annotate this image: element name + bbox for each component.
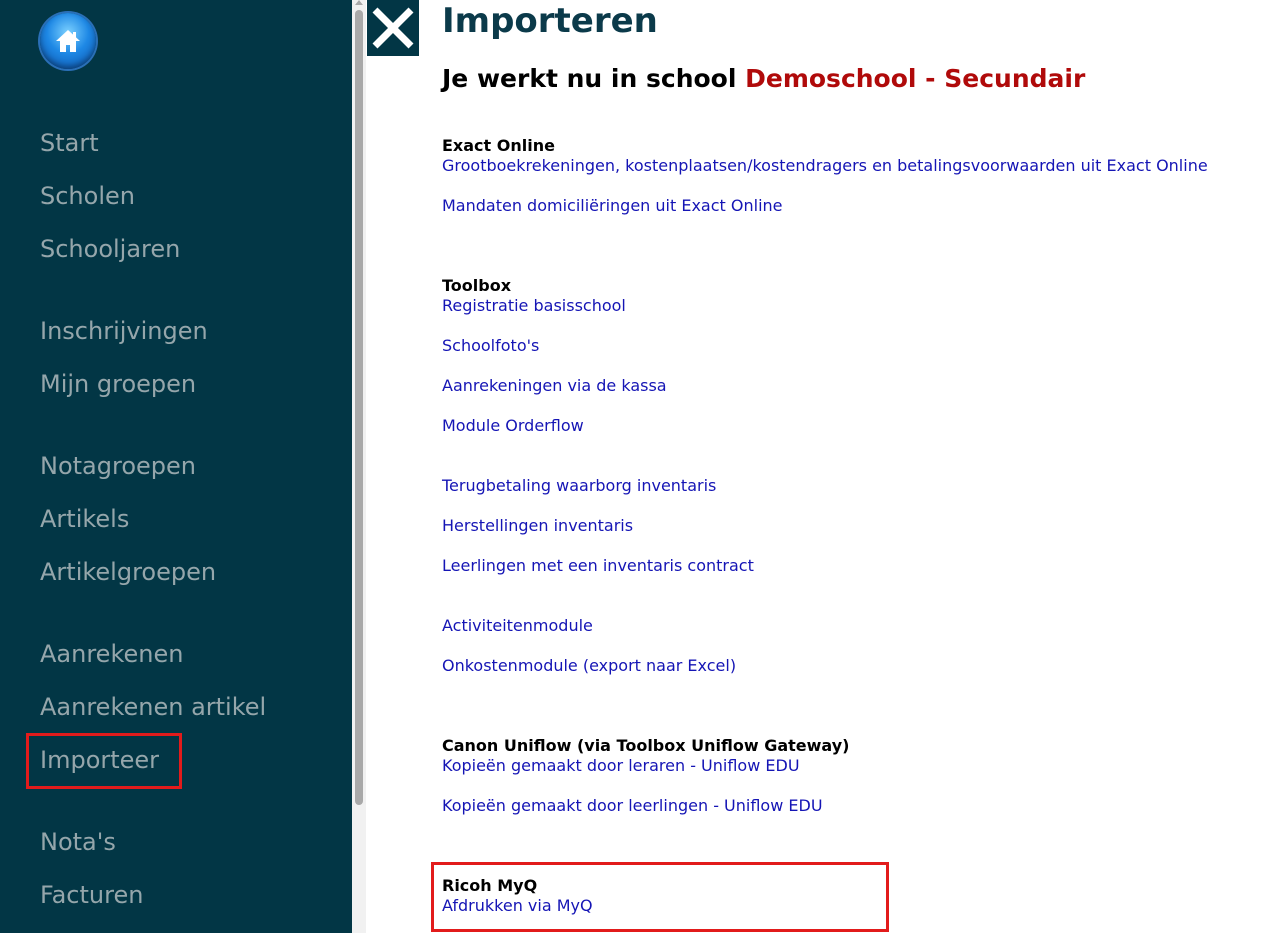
- section-heading-ricoh-myq: Ricoh MyQ: [442, 876, 538, 895]
- sidebar: Start Scholen Schooljaren Inschrijvingen…: [0, 0, 352, 933]
- home-icon: [56, 30, 80, 52]
- import-link-inventaris-contract[interactable]: Leerlingen met een inventaris contract: [442, 556, 754, 576]
- school-prefix: Je werkt nu in school: [442, 64, 746, 93]
- import-link-registratie-basisschool[interactable]: Registratie basisschool: [442, 296, 626, 316]
- section-heading-exact-online: Exact Online: [442, 136, 555, 155]
- sidebar-item-artikels[interactable]: Artikels: [40, 504, 129, 534]
- import-link-terugbetaling-waarborg[interactable]: Terugbetaling waarborg inventaris: [442, 476, 716, 496]
- sidebar-item-aanrekenen-artikel[interactable]: Aanrekenen artikel: [40, 692, 266, 722]
- section-heading-toolbox: Toolbox: [442, 276, 512, 295]
- import-link-mandaten[interactable]: Mandaten domiciliëringen uit Exact Onlin…: [442, 196, 783, 216]
- sidebar-item-mijn-groepen[interactable]: Mijn groepen: [40, 369, 196, 399]
- import-link-grootboekrekeningen[interactable]: Grootboekrekeningen, kostenplaatsen/kost…: [442, 156, 1208, 176]
- import-link-kopieen-leerlingen[interactable]: Kopieën gemaakt door leerlingen - Uniflo…: [442, 796, 823, 816]
- close-button[interactable]: [367, 0, 419, 56]
- section-heading-canon-uniflow: Canon Uniflow (via Toolbox Uniflow Gatew…: [442, 736, 850, 755]
- current-school-line: Je werkt nu in school Demoschool - Secun…: [442, 62, 1085, 96]
- import-link-schoolfotos[interactable]: Schoolfoto's: [442, 336, 539, 356]
- sidebar-item-facturen[interactable]: Facturen: [40, 880, 143, 910]
- page-title: Importeren: [442, 1, 658, 41]
- import-link-herstellingen-inventaris[interactable]: Herstellingen inventaris: [442, 516, 633, 536]
- sidebar-item-importeer[interactable]: Importeer: [40, 745, 159, 775]
- home-button[interactable]: [40, 13, 96, 69]
- sidebar-item-artikelgroepen[interactable]: Artikelgroepen: [40, 557, 216, 587]
- import-link-afdrukken-myq[interactable]: Afdrukken via MyQ: [442, 896, 593, 916]
- scrollbar-thumb[interactable]: [355, 10, 363, 805]
- sidebar-item-schooljaren[interactable]: Schooljaren: [40, 234, 180, 264]
- scroll-up-arrow-icon[interactable]: [355, 0, 363, 5]
- sidebar-item-inschrijvingen[interactable]: Inschrijvingen: [40, 316, 208, 346]
- sidebar-item-start[interactable]: Start: [40, 128, 99, 158]
- sidebar-item-scholen[interactable]: Scholen: [40, 181, 135, 211]
- sidebar-item-notagroepen[interactable]: Notagroepen: [40, 451, 196, 481]
- school-name: Demoschool - Secundair: [745, 64, 1086, 93]
- import-link-aanrekeningen-kassa[interactable]: Aanrekeningen via de kassa: [442, 376, 667, 396]
- close-icon: [372, 7, 414, 49]
- import-link-onkostenmodule[interactable]: Onkostenmodule (export naar Excel): [442, 656, 736, 676]
- sidebar-item-notas[interactable]: Nota's: [40, 827, 116, 857]
- sidebar-item-aanrekenen[interactable]: Aanrekenen: [40, 639, 183, 669]
- sidebar-scrollbar[interactable]: [352, 0, 366, 933]
- import-link-kopieen-leraren[interactable]: Kopieën gemaakt door leraren - Uniflow E…: [442, 756, 800, 776]
- import-link-module-orderflow[interactable]: Module Orderflow: [442, 416, 584, 436]
- import-link-activiteitenmodule[interactable]: Activiteitenmodule: [442, 616, 593, 636]
